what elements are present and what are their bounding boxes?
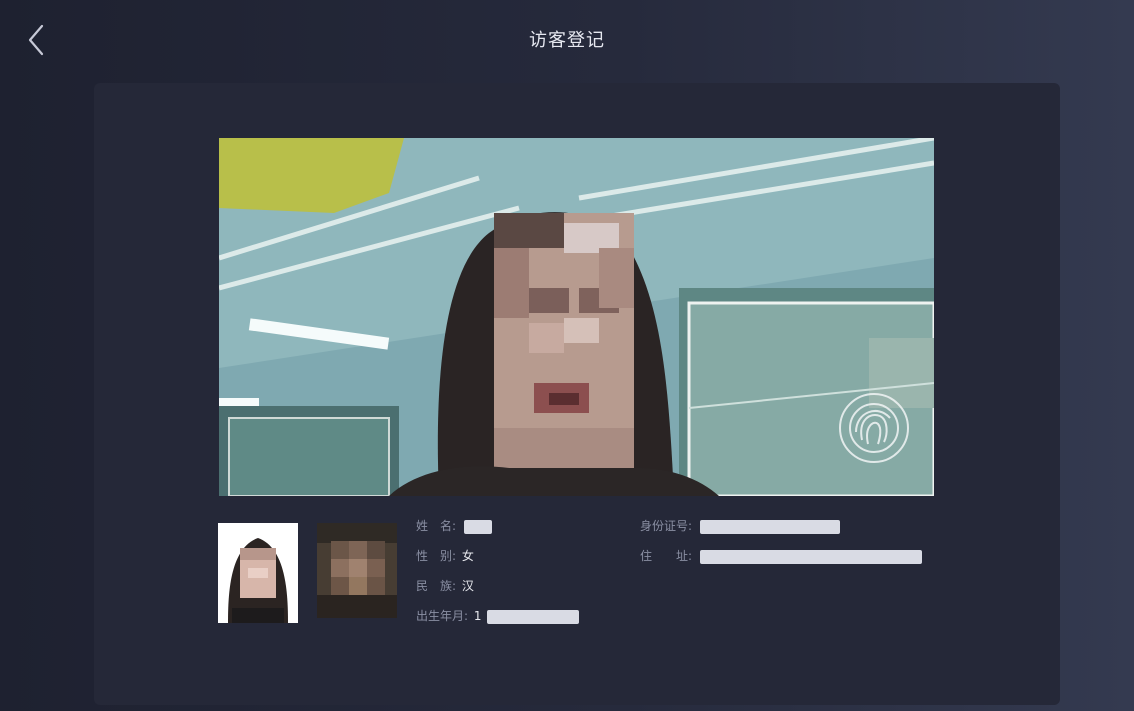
field-gender: 性 别: 女 xyxy=(416,547,474,564)
redaction-mask xyxy=(699,519,840,534)
field-address: 住 址: xyxy=(640,547,922,564)
field-ethnicity: 民 族: 汉 xyxy=(416,577,474,594)
redaction-mask xyxy=(487,609,580,624)
field-ethnicity-value: 汉 xyxy=(461,579,474,593)
field-birth-date-label: 出生年月: xyxy=(416,609,469,623)
captured-face-photo xyxy=(317,523,397,618)
registration-panel: 姓 名: 性 别: 女 民 族: 汉 出生年月: 1 身份证号: 住 址: xyxy=(94,83,1060,705)
fingerprint-icon xyxy=(838,392,910,464)
field-birth-date-value: 1 xyxy=(473,609,482,623)
field-address-label: 住 址: xyxy=(640,549,693,563)
camera-preview xyxy=(219,138,934,496)
field-birth-date: 出生年月: 1 xyxy=(416,607,580,624)
header-bar: 访客登记 xyxy=(0,0,1134,80)
id-card-photo xyxy=(218,523,298,623)
redaction-mask xyxy=(699,549,922,564)
field-gender-label: 性 别: xyxy=(416,549,457,563)
field-name-label: 姓 名: xyxy=(416,519,457,533)
redaction-mask xyxy=(463,519,492,534)
field-name: 姓 名: xyxy=(416,517,492,534)
field-id-number: 身份证号: xyxy=(640,517,840,534)
field-id-number-label: 身份证号: xyxy=(640,519,693,533)
page-title: 访客登记 xyxy=(529,30,605,51)
field-ethnicity-label: 民 族: xyxy=(416,579,457,593)
field-gender-value: 女 xyxy=(461,549,474,563)
